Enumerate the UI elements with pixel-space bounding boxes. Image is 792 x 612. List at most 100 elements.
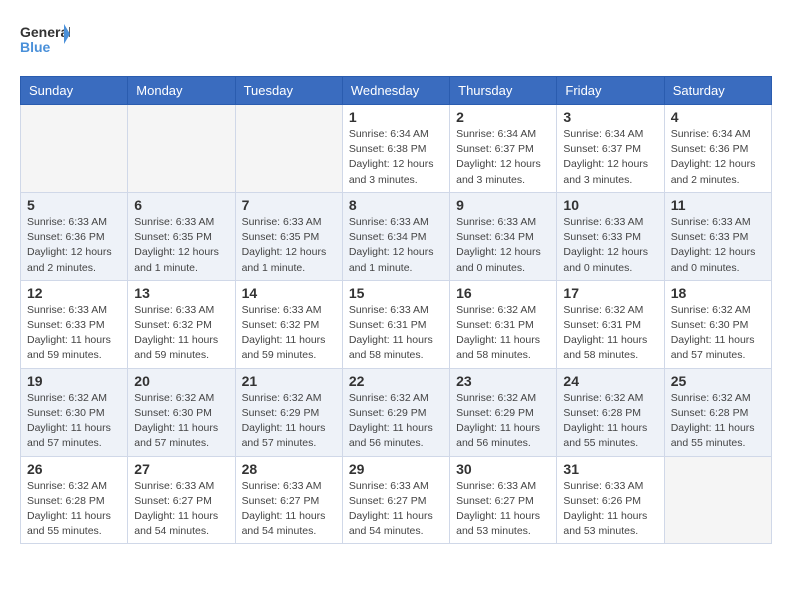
calendar-cell: 23Sunrise: 6:32 AMSunset: 6:29 PMDayligh… [450,368,557,456]
week-row-4: 19 Sunrise: 6:32 AMSunset: 6:30 PMDayligh… [21,368,772,456]
day-number: 8 [349,197,443,213]
weekday-header-tuesday: Tuesday [235,77,342,105]
day-info: Sunrise: 6:33 AMSunset: 6:31 PMDaylight:… [349,303,443,364]
header: General Blue [20,20,772,60]
day-info: Sunrise: 6:33 AMSunset: 6:36 PMDaylight:… [27,215,121,276]
day-info: Sunrise: 6:32 AMSunset: 6:29 PMDaylight:… [242,391,336,452]
calendar-cell: 10 Sunrise: 6:33 AMSunset: 6:33 PMDayligh… [557,192,664,280]
calendar-cell: 20 Sunrise: 6:32 AMSunset: 6:30 PMDayligh… [128,368,235,456]
day-number: 14 [242,285,336,301]
weekday-header-saturday: Saturday [664,77,771,105]
day-info: Sunrise: 6:34 AMSunset: 6:38 PMDaylight:… [349,127,443,188]
day-info: Sunrise: 6:33 AMSunset: 6:27 PMDaylight:… [134,479,228,540]
day-info: Sunrise: 6:33 AMSunset: 6:27 PMDaylight:… [242,479,336,540]
day-info: Sunrise: 6:32 AMSunset: 6:28 PMDaylight:… [563,391,657,452]
calendar-cell: 18 Sunrise: 6:32 AMSunset: 6:30 PMDayligh… [664,280,771,368]
calendar-cell: 1 Sunrise: 6:34 AMSunset: 6:38 PMDaylight… [342,105,449,193]
calendar-cell: 14 Sunrise: 6:33 AMSunset: 6:32 PMDayligh… [235,280,342,368]
day-number: 16 [456,285,550,301]
day-info: Sunrise: 6:33 AMSunset: 6:26 PMDaylight:… [563,479,657,540]
weekday-header-friday: Friday [557,77,664,105]
calendar-cell [235,105,342,193]
weekday-header-monday: Monday [128,77,235,105]
calendar-cell: 15 Sunrise: 6:33 AMSunset: 6:31 PMDayligh… [342,280,449,368]
calendar-cell: 19 Sunrise: 6:32 AMSunset: 6:30 PMDayligh… [21,368,128,456]
weekday-header-wednesday: Wednesday [342,77,449,105]
day-number: 1 [349,109,443,125]
day-number: 9 [456,197,550,213]
week-row-2: 5Sunrise: 6:33 AMSunset: 6:36 PMDaylight… [21,192,772,280]
day-number: 13 [134,285,228,301]
calendar-cell: 25Sunrise: 6:32 AMSunset: 6:28 PMDayligh… [664,368,771,456]
day-info: Sunrise: 6:33 AMSunset: 6:35 PMDaylight:… [242,215,336,276]
calendar-cell: 22Sunrise: 6:32 AMSunset: 6:29 PMDayligh… [342,368,449,456]
weekday-header-thursday: Thursday [450,77,557,105]
day-number: 17 [563,285,657,301]
day-number: 2 [456,109,550,125]
day-info: Sunrise: 6:33 AMSunset: 6:34 PMDaylight:… [456,215,550,276]
day-info: Sunrise: 6:32 AMSunset: 6:31 PMDaylight:… [456,303,550,364]
calendar-cell: 8Sunrise: 6:33 AMSunset: 6:34 PMDaylight… [342,192,449,280]
day-number: 19 [27,373,121,389]
day-info: Sunrise: 6:34 AMSunset: 6:36 PMDaylight:… [671,127,765,188]
calendar-cell: 13 Sunrise: 6:33 AMSunset: 6:32 PMDayligh… [128,280,235,368]
calendar-cell: 31 Sunrise: 6:33 AMSunset: 6:26 PMDayligh… [557,456,664,544]
day-info: Sunrise: 6:32 AMSunset: 6:29 PMDaylight:… [456,391,550,452]
logo-icon: General Blue [20,20,70,60]
calendar-cell [664,456,771,544]
logo: General Blue [20,20,70,60]
calendar-cell: 26 Sunrise: 6:32 AMSunset: 6:28 PMDayligh… [21,456,128,544]
calendar-cell: 29Sunrise: 6:33 AMSunset: 6:27 PMDayligh… [342,456,449,544]
day-info: Sunrise: 6:33 AMSunset: 6:27 PMDaylight:… [349,479,443,540]
day-info: Sunrise: 6:33 AMSunset: 6:32 PMDaylight:… [242,303,336,364]
day-info: Sunrise: 6:32 AMSunset: 6:31 PMDaylight:… [563,303,657,364]
day-info: Sunrise: 6:33 AMSunset: 6:27 PMDaylight:… [456,479,550,540]
week-row-5: 26 Sunrise: 6:32 AMSunset: 6:28 PMDayligh… [21,456,772,544]
day-number: 6 [134,197,228,213]
calendar-cell [21,105,128,193]
day-number: 24 [563,373,657,389]
calendar-cell: 27 Sunrise: 6:33 AMSunset: 6:27 PMDayligh… [128,456,235,544]
day-info: Sunrise: 6:33 AMSunset: 6:32 PMDaylight:… [134,303,228,364]
calendar-cell: 12 Sunrise: 6:33 AMSunset: 6:33 PMDayligh… [21,280,128,368]
calendar-cell: 6Sunrise: 6:33 AMSunset: 6:35 PMDaylight… [128,192,235,280]
day-number: 31 [563,461,657,477]
day-info: Sunrise: 6:32 AMSunset: 6:30 PMDaylight:… [27,391,121,452]
calendar-cell [128,105,235,193]
day-info: Sunrise: 6:33 AMSunset: 6:33 PMDaylight:… [563,215,657,276]
week-row-1: 1 Sunrise: 6:34 AMSunset: 6:38 PMDaylight… [21,105,772,193]
day-number: 3 [563,109,657,125]
calendar-cell: 3 Sunrise: 6:34 AMSunset: 6:37 PMDaylight… [557,105,664,193]
day-number: 11 [671,197,765,213]
calendar-cell: 4 Sunrise: 6:34 AMSunset: 6:36 PMDaylight… [664,105,771,193]
calendar-cell: 30 Sunrise: 6:33 AMSunset: 6:27 PMDayligh… [450,456,557,544]
svg-text:General: General [20,24,70,40]
day-number: 4 [671,109,765,125]
day-info: Sunrise: 6:32 AMSunset: 6:28 PMDaylight:… [27,479,121,540]
day-number: 15 [349,285,443,301]
day-info: Sunrise: 6:32 AMSunset: 6:30 PMDaylight:… [134,391,228,452]
weekday-header-row: SundayMondayTuesdayWednesdayThursdayFrid… [21,77,772,105]
day-info: Sunrise: 6:32 AMSunset: 6:30 PMDaylight:… [671,303,765,364]
day-number: 30 [456,461,550,477]
day-info: Sunrise: 6:32 AMSunset: 6:28 PMDaylight:… [671,391,765,452]
day-number: 22 [349,373,443,389]
calendar-cell: 17 Sunrise: 6:32 AMSunset: 6:31 PMDayligh… [557,280,664,368]
day-info: Sunrise: 6:33 AMSunset: 6:33 PMDaylight:… [671,215,765,276]
day-number: 28 [242,461,336,477]
day-info: Sunrise: 6:34 AMSunset: 6:37 PMDaylight:… [563,127,657,188]
day-number: 27 [134,461,228,477]
calendar: SundayMondayTuesdayWednesdayThursdayFrid… [20,76,772,544]
day-number: 10 [563,197,657,213]
calendar-cell: 28 Sunrise: 6:33 AMSunset: 6:27 PMDayligh… [235,456,342,544]
calendar-cell: 16 Sunrise: 6:32 AMSunset: 6:31 PMDayligh… [450,280,557,368]
day-number: 20 [134,373,228,389]
day-number: 21 [242,373,336,389]
calendar-cell: 9 Sunrise: 6:33 AMSunset: 6:34 PMDaylight… [450,192,557,280]
day-number: 12 [27,285,121,301]
day-info: Sunrise: 6:33 AMSunset: 6:33 PMDaylight:… [27,303,121,364]
day-info: Sunrise: 6:34 AMSunset: 6:37 PMDaylight:… [456,127,550,188]
day-number: 18 [671,285,765,301]
day-number: 26 [27,461,121,477]
calendar-cell: 2 Sunrise: 6:34 AMSunset: 6:37 PMDaylight… [450,105,557,193]
